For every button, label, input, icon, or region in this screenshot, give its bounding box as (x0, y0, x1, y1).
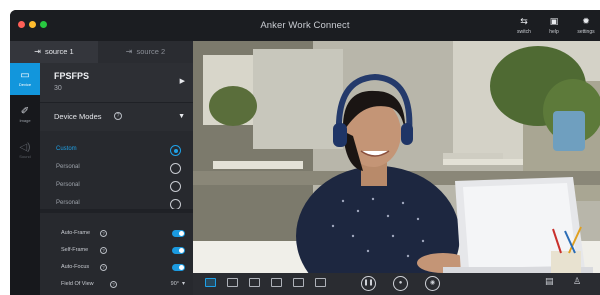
option-label: Auto-Focus (61, 264, 90, 270)
help-label: help (549, 29, 559, 35)
tab-label: source 1 (44, 47, 74, 56)
fps-row[interactable]: FPSFPS 30 ▶ (40, 63, 193, 103)
layout-split-icon[interactable] (227, 278, 238, 287)
settings-button[interactable]: ✹ settings (572, 15, 600, 39)
section-divider (40, 209, 193, 213)
option-label: Auto-Frame (61, 230, 91, 236)
mode-option-label: Personal (56, 164, 80, 170)
source-enter-icon: ⇥ (125, 47, 133, 56)
option-label: Self-Frame (61, 247, 89, 253)
option-label: Field Of View (61, 281, 94, 287)
settings-panel: FPSFPS 30 ▶ Device Modes ? ▼ Custom Pers… (40, 63, 193, 295)
speaker-icon: ◁) (19, 142, 31, 153)
layout-triple-icon[interactable] (249, 278, 260, 287)
auto-focus-option: Auto-Focus ? (40, 260, 193, 276)
layout-single-icon[interactable] (205, 278, 216, 287)
self-frame-toggle[interactable] (172, 247, 185, 254)
switch-button[interactable]: ⇆ switch (510, 15, 538, 39)
source-tabs: ⇥ source 1 ⇥ source 2 (10, 41, 193, 63)
rail-item-device[interactable]: ▭ Device (10, 63, 40, 95)
tab-source-2[interactable]: ⇥ source 2 (98, 41, 193, 63)
help-circle-icon[interactable]: ? (110, 281, 117, 288)
magic-wand-icon: ✐ (20, 106, 30, 117)
help-button[interactable]: ▣ help (540, 15, 568, 39)
radio-selected[interactable] (170, 145, 181, 156)
help-circle-icon[interactable]: ? (100, 247, 107, 254)
rail-item-label: Device (18, 82, 32, 87)
mode-option-label: Personal (56, 200, 80, 206)
camera-capture-icon[interactable]: ◉ (425, 276, 440, 291)
caret-down-icon: ▾ (181, 281, 185, 287)
auto-frame-toggle[interactable] (172, 230, 185, 237)
rail-item-label: Image (19, 118, 31, 123)
mode-option-personal[interactable]: Personal (40, 178, 193, 196)
field-of-view-value: 90° (170, 281, 179, 287)
radio-unselected[interactable] (170, 181, 181, 192)
title-bar: Anker Work Connect ⇆ switch ▣ help ✹ set… (10, 10, 600, 41)
layout-quad-icon[interactable] (271, 278, 282, 287)
gear-icon: ✹ (582, 16, 590, 26)
camera-control-bar: ❚❚ ● ◉ ▤ ♙ (193, 273, 600, 295)
settings-label: settings (577, 29, 595, 35)
switch-label: switch (517, 29, 531, 35)
rail-item-image[interactable]: ✐ Image (10, 99, 40, 131)
device-modes-header[interactable]: Device Modes ? ▼ (40, 103, 193, 131)
help-icon: ▣ (549, 16, 559, 26)
layout-pip-icon[interactable] (293, 278, 304, 287)
mode-option-personal[interactable]: Personal (40, 160, 193, 178)
caret-down-icon: ▼ (178, 113, 185, 120)
fps-value: 30 (54, 85, 62, 92)
camera-preview (193, 41, 600, 273)
mode-option-label: Custom (56, 146, 77, 152)
device-modes-title: Device Modes (54, 112, 102, 121)
help-circle-icon[interactable]: ? (100, 230, 107, 237)
camera-preview-image (193, 41, 600, 273)
rail-item-sound[interactable]: ◁) Sound (10, 135, 40, 167)
self-frame-option: Self-Frame ? (40, 243, 193, 259)
app-window: Anker Work Connect ⇆ switch ▣ help ✹ set… (10, 10, 600, 295)
mode-option-label: Personal (56, 182, 80, 188)
tab-label: source 2 (136, 47, 166, 56)
layout-grid-icon[interactable] (315, 278, 326, 287)
switch-icon: ⇆ (520, 16, 528, 26)
left-rail: ▭ Device ✐ Image ◁) Sound (10, 63, 40, 295)
user-icon[interactable]: ♙ (573, 276, 581, 287)
auto-frame-option: Auto-Frame ? (40, 226, 193, 242)
field-of-view-option[interactable]: Field Of View ? 90° ▾ (40, 277, 193, 293)
auto-focus-toggle[interactable] (172, 264, 185, 271)
monitor-icon: ▭ (20, 70, 30, 81)
help-circle-icon[interactable]: ? (100, 264, 107, 271)
pause-icon[interactable]: ❚❚ (361, 276, 376, 291)
fps-title: FPSFPS (54, 71, 90, 81)
mode-option-custom[interactable]: Custom (40, 142, 193, 160)
radio-unselected[interactable] (170, 163, 181, 174)
record-icon[interactable]: ● (393, 276, 408, 291)
source-enter-icon: ⇥ (34, 47, 41, 56)
help-circle-icon[interactable]: ? (114, 112, 122, 120)
tab-source-1[interactable]: ⇥ source 1 (10, 41, 98, 63)
folder-icon[interactable]: ▤ (545, 276, 554, 287)
play-arrow-icon: ▶ (179, 78, 185, 85)
rail-item-label: Sound (19, 154, 31, 159)
